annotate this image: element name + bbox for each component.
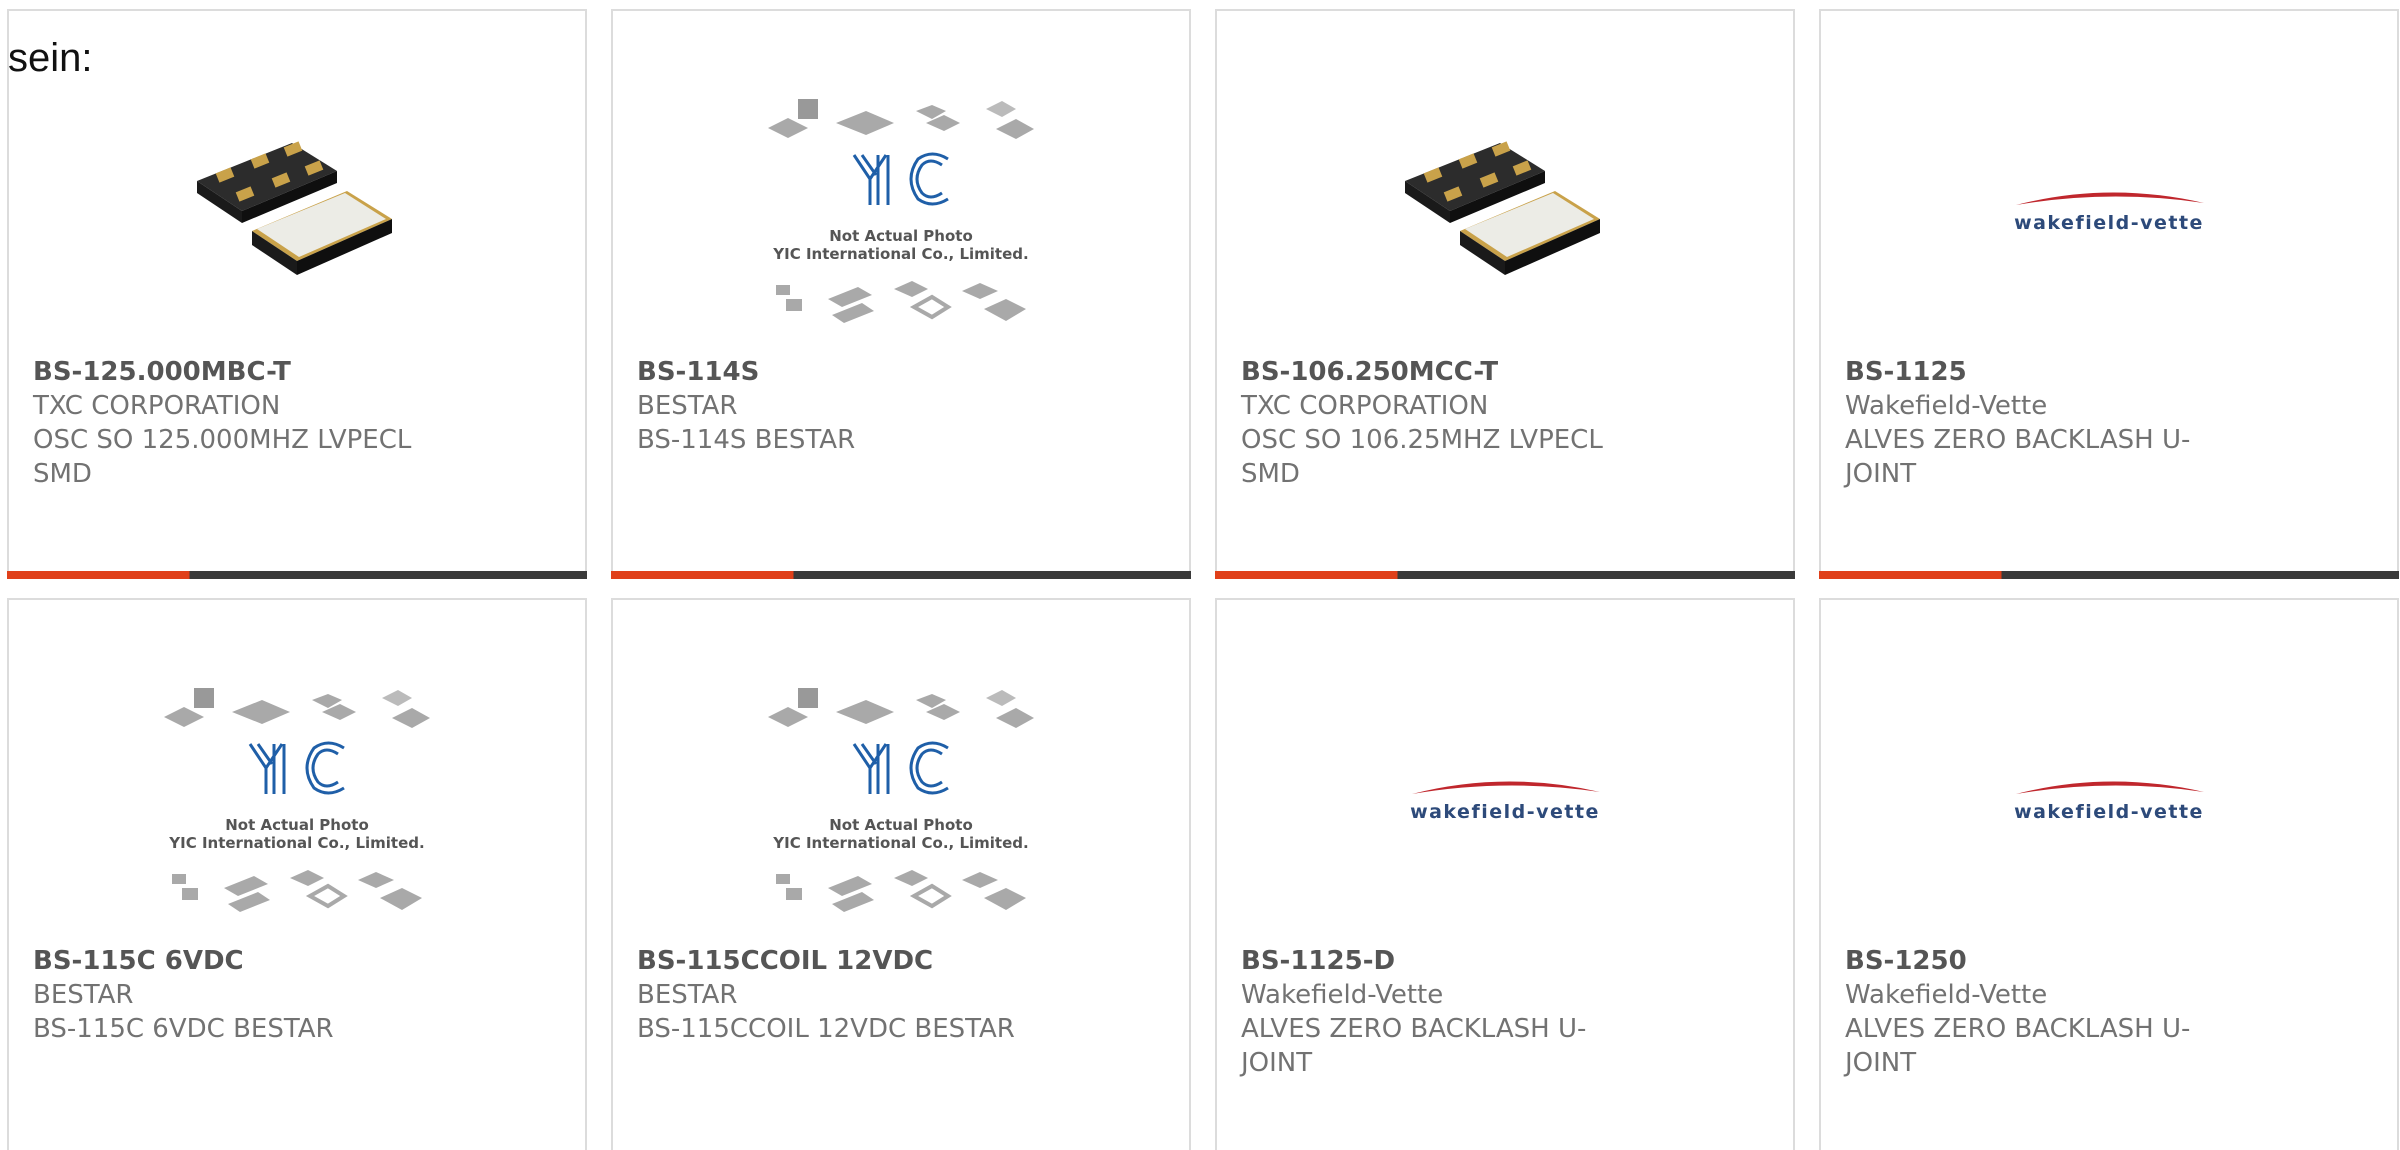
part-number[interactable]: BS-106.250MCC-T	[1241, 355, 1621, 389]
product-info: BS-1250 Wakefield-Vette ALVES ZERO BACKL…	[1845, 944, 2225, 1080]
lead-text: sein:	[8, 36, 93, 80]
card-accent-bar	[7, 571, 587, 579]
image-caption: Not Actual Photo	[829, 816, 973, 834]
oscillator-smd-photo	[197, 141, 392, 275]
product-card[interactable]: Not Actual Photo YIC International Co., …	[611, 9, 1191, 579]
part-number[interactable]: BS-1125-D	[1241, 944, 1621, 978]
logo-text: wakefield-vette	[2014, 801, 2204, 823]
product-card[interactable]: wakefield-vette BS-1125-D Wakefield-Vett…	[1215, 598, 1795, 1150]
product-image[interactable]: Not Actual Photo YIC International Co., …	[613, 662, 1189, 942]
product-image[interactable]	[9, 73, 585, 353]
description: ALVES ZERO BACKLASH U-JOINT	[1845, 425, 2191, 489]
oscillator-smd-photo	[1405, 141, 1600, 275]
part-number[interactable]: BS-115C 6VDC	[33, 944, 413, 978]
logo-text: wakefield-vette	[1410, 801, 1600, 823]
product-info: BS-115CCOIL 12VDC BESTAR BS-115CCOIL 12V…	[637, 944, 1017, 1046]
product-info: BS-125.000MBC-T TXC CORPORATION OSC SO 1…	[33, 355, 413, 491]
product-image[interactable]: Not Actual Photo YIC International Co., …	[9, 662, 585, 942]
card-accent-bar	[611, 571, 1191, 579]
part-number[interactable]: BS-125.000MBC-T	[33, 355, 413, 389]
manufacturer: Wakefield-Vette	[1845, 980, 2048, 1010]
product-image[interactable]: Not Actual Photo YIC International Co., …	[613, 73, 1189, 353]
product-grid-page: sein: BS-125.000MBC-T TXC CORPORATION OS…	[0, 0, 2400, 1150]
yic-placeholder-photo: Not Actual Photo YIC International Co., …	[164, 688, 430, 912]
manufacturer: TXC CORPORATION	[1241, 391, 1489, 421]
image-caption: YIC International Co., Limited.	[772, 245, 1028, 263]
image-caption: YIC International Co., Limited.	[168, 834, 424, 852]
product-image[interactable]	[1217, 73, 1793, 353]
product-card[interactable]: wakefield-vette BS-1250 Wakefield-Vette …	[1819, 598, 2399, 1150]
description: BS-114S BESTAR	[637, 425, 856, 455]
image-caption: Not Actual Photo	[829, 227, 973, 245]
manufacturer: BESTAR	[33, 980, 134, 1010]
manufacturer: Wakefield-Vette	[1845, 391, 2048, 421]
part-number[interactable]: BS-115CCOIL 12VDC	[637, 944, 1017, 978]
part-number[interactable]: BS-1250	[1845, 944, 2225, 978]
product-card[interactable]: BS-106.250MCC-T TXC CORPORATION OSC SO 1…	[1215, 9, 1795, 579]
part-number[interactable]: BS-114S	[637, 355, 1017, 389]
product-card[interactable]: Not Actual Photo YIC International Co., …	[7, 598, 587, 1150]
product-card[interactable]: wakefield-vette BS-1125 Wakefield-Vette …	[1819, 9, 2399, 579]
wakefield-vette-logo: wakefield-vette	[2014, 781, 2204, 823]
manufacturer: BESTAR	[637, 980, 738, 1010]
product-card[interactable]: Not Actual Photo YIC International Co., …	[611, 598, 1191, 1150]
product-info: BS-114S BESTAR BS-114S BESTAR	[637, 355, 1017, 457]
product-image[interactable]: wakefield-vette	[1217, 662, 1793, 942]
yic-placeholder-photo: Not Actual Photo YIC International Co., …	[768, 688, 1034, 912]
image-caption: Not Actual Photo	[225, 816, 369, 834]
image-caption: YIC International Co., Limited.	[772, 834, 1028, 852]
card-accent-bar	[1819, 571, 2399, 579]
description: BS-115CCOIL 12VDC BESTAR	[637, 1014, 1015, 1044]
product-image[interactable]: wakefield-vette	[1821, 662, 2397, 942]
yic-placeholder-photo: Not Actual Photo YIC International Co., …	[768, 99, 1034, 323]
description: OSC SO 125.000MHZ LVPECL SMD	[33, 425, 412, 489]
product-image[interactable]: wakefield-vette	[1821, 73, 2397, 353]
product-info: BS-106.250MCC-T TXC CORPORATION OSC SO 1…	[1241, 355, 1621, 491]
card-accent-bar	[1215, 571, 1795, 579]
product-info: BS-1125 Wakefield-Vette ALVES ZERO BACKL…	[1845, 355, 2225, 491]
product-card[interactable]: BS-125.000MBC-T TXC CORPORATION OSC SO 1…	[7, 9, 587, 579]
description: ALVES ZERO BACKLASH U-JOINT	[1845, 1014, 2191, 1078]
manufacturer: BESTAR	[637, 391, 738, 421]
description: BS-115C 6VDC BESTAR	[33, 1014, 334, 1044]
wakefield-vette-logo: wakefield-vette	[1410, 781, 1600, 823]
part-number[interactable]: BS-1125	[1845, 355, 2225, 389]
manufacturer: TXC CORPORATION	[33, 391, 281, 421]
logo-text: wakefield-vette	[2014, 212, 2204, 234]
product-info: BS-1125-D Wakefield-Vette ALVES ZERO BAC…	[1241, 944, 1621, 1080]
manufacturer: Wakefield-Vette	[1241, 980, 1444, 1010]
description: OSC SO 106.25MHZ LVPECL SMD	[1241, 425, 1603, 489]
product-info: BS-115C 6VDC BESTAR BS-115C 6VDC BESTAR	[33, 944, 413, 1046]
description: ALVES ZERO BACKLASH U-JOINT	[1241, 1014, 1587, 1078]
wakefield-vette-logo: wakefield-vette	[2014, 192, 2204, 234]
